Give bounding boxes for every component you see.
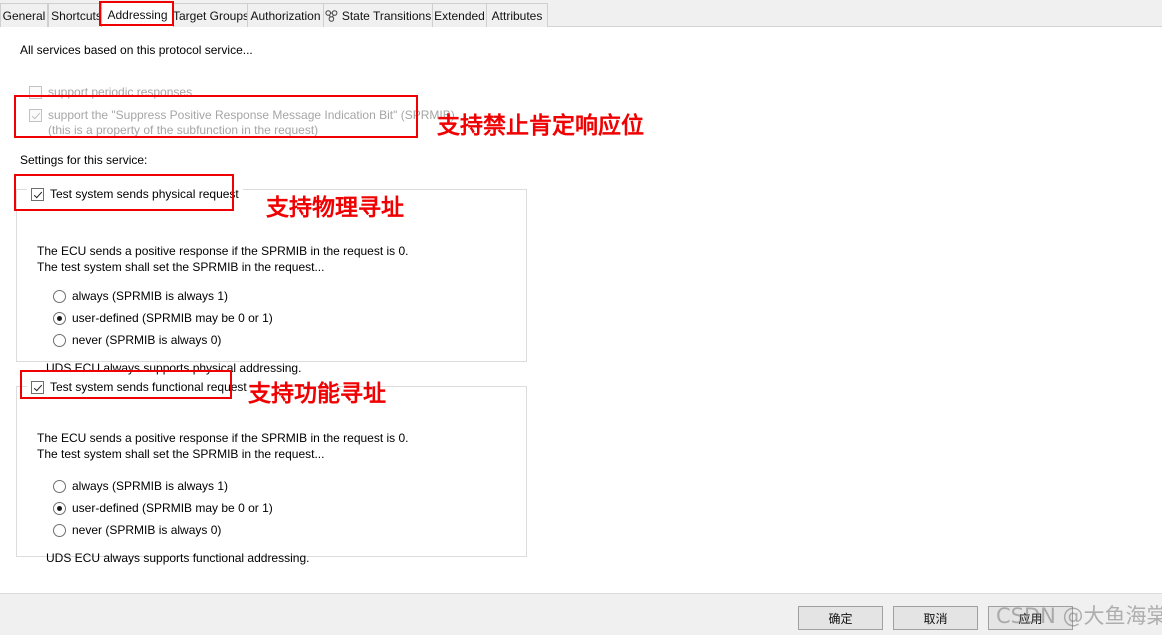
checkbox-label: Test system sends physical request (50, 187, 239, 201)
checkbox-test-system-sends-functional-request[interactable]: Test system sends functional request (27, 379, 251, 396)
tab-addressing[interactable]: Addressing (101, 1, 174, 27)
checkbox-box (29, 86, 42, 99)
tab-label: General (2, 8, 46, 23)
group-functional-footnote: UDS ECU always supports functional addre… (46, 551, 310, 565)
radio-button (53, 312, 66, 325)
radio-functional-never[interactable]: never (SPRMIB is always 0) (53, 524, 221, 537)
radio-button (53, 290, 66, 303)
radio-physical-user-defined[interactable]: user-defined (SPRMIB may be 0 or 1) (53, 312, 273, 325)
apply-button[interactable]: 应用 (988, 606, 1073, 630)
checkbox-box (31, 381, 44, 394)
checkbox-label: support the "Suppress Positive Response … (48, 108, 455, 122)
tab-shortcuts[interactable]: Shortcuts (48, 3, 105, 27)
cancel-button[interactable]: 取消 (893, 606, 978, 630)
tab-label: Addressing (107, 7, 168, 22)
annotation-text-1: 支持物理寻址 (266, 195, 404, 221)
tab-label: Attributes (491, 8, 543, 23)
checkbox-label: Test system sends functional request (50, 380, 247, 394)
radio-label: user-defined (SPRMIB may be 0 or 1) (72, 311, 273, 325)
checkbox-box (31, 188, 44, 201)
tab-label: Shortcuts (51, 8, 102, 23)
radio-functional-always[interactable]: always (SPRMIB is always 1) (53, 480, 228, 493)
tab-label: Authorization (250, 8, 321, 23)
checkbox-box (29, 109, 42, 122)
tab-label: Extended (434, 8, 485, 23)
intro-text: All services based on this protocol serv… (20, 43, 253, 57)
radio-button (53, 502, 66, 515)
tab-strip: General Shortcuts Addressing Target Groups A… (0, 0, 1162, 27)
group-physical-description-line1: The ECU sends a positive response if the… (37, 244, 409, 258)
radio-button (53, 480, 66, 493)
checkbox-test-system-sends-physical-request[interactable]: Test system sends physical request (27, 186, 243, 203)
group-physical-description-line2: The test system shall set the SPRMIB in … (37, 260, 325, 274)
checkbox-sublabel: (this is a property of the subfunction i… (48, 123, 319, 137)
checkbox-support-periodic-responses[interactable]: support periodic responses (29, 86, 192, 99)
state-machine-icon (325, 9, 338, 22)
tab-authorization[interactable]: Authorization (247, 3, 324, 27)
ok-button[interactable]: 确定 (798, 606, 883, 630)
group-physical-footnote: UDS ECU always supports physical address… (46, 361, 302, 375)
radio-button (53, 524, 66, 537)
radio-button (53, 334, 66, 347)
tab-label: State Transitions (341, 8, 432, 23)
radio-label: always (SPRMIB is always 1) (72, 289, 229, 303)
radio-functional-user-defined[interactable]: user-defined (SPRMIB may be 0 or 1) (53, 502, 273, 515)
radio-label: never (SPRMIB is always 0) (72, 523, 222, 537)
radio-physical-always[interactable]: always (SPRMIB is always 1) (53, 290, 228, 303)
tab-target-groups[interactable]: Target Groups (172, 3, 250, 27)
checkbox-support-sprmib[interactable]: support the "Suppress Positive Response … (29, 109, 455, 137)
annotation-text-0: 支持禁止肯定响应位 (437, 113, 644, 139)
group-functional-description-line1: The ECU sends a positive response if the… (37, 431, 409, 445)
tab-state-transitions[interactable]: State Transitions (323, 3, 433, 27)
tab-label: Target Groups (172, 8, 250, 23)
radio-label: never (SPRMIB is always 0) (72, 333, 222, 347)
group-functional-description-line2: The test system shall set the SPRMIB in … (37, 447, 325, 461)
radio-physical-never[interactable]: never (SPRMIB is always 0) (53, 334, 221, 347)
dialog-footer: 确定 取消 应用 (0, 593, 1162, 635)
annotation-text-2: 支持功能寻址 (248, 381, 386, 407)
tab-attributes[interactable]: Attributes (486, 3, 548, 27)
checkbox-label: support periodic responses (48, 85, 193, 99)
tab-general[interactable]: General (0, 3, 48, 27)
settings-heading: Settings for this service: (20, 153, 148, 167)
tab-extended[interactable]: Extended (432, 3, 487, 27)
radio-label: user-defined (SPRMIB may be 0 or 1) (72, 501, 273, 515)
radio-label: always (SPRMIB is always 1) (72, 479, 229, 493)
